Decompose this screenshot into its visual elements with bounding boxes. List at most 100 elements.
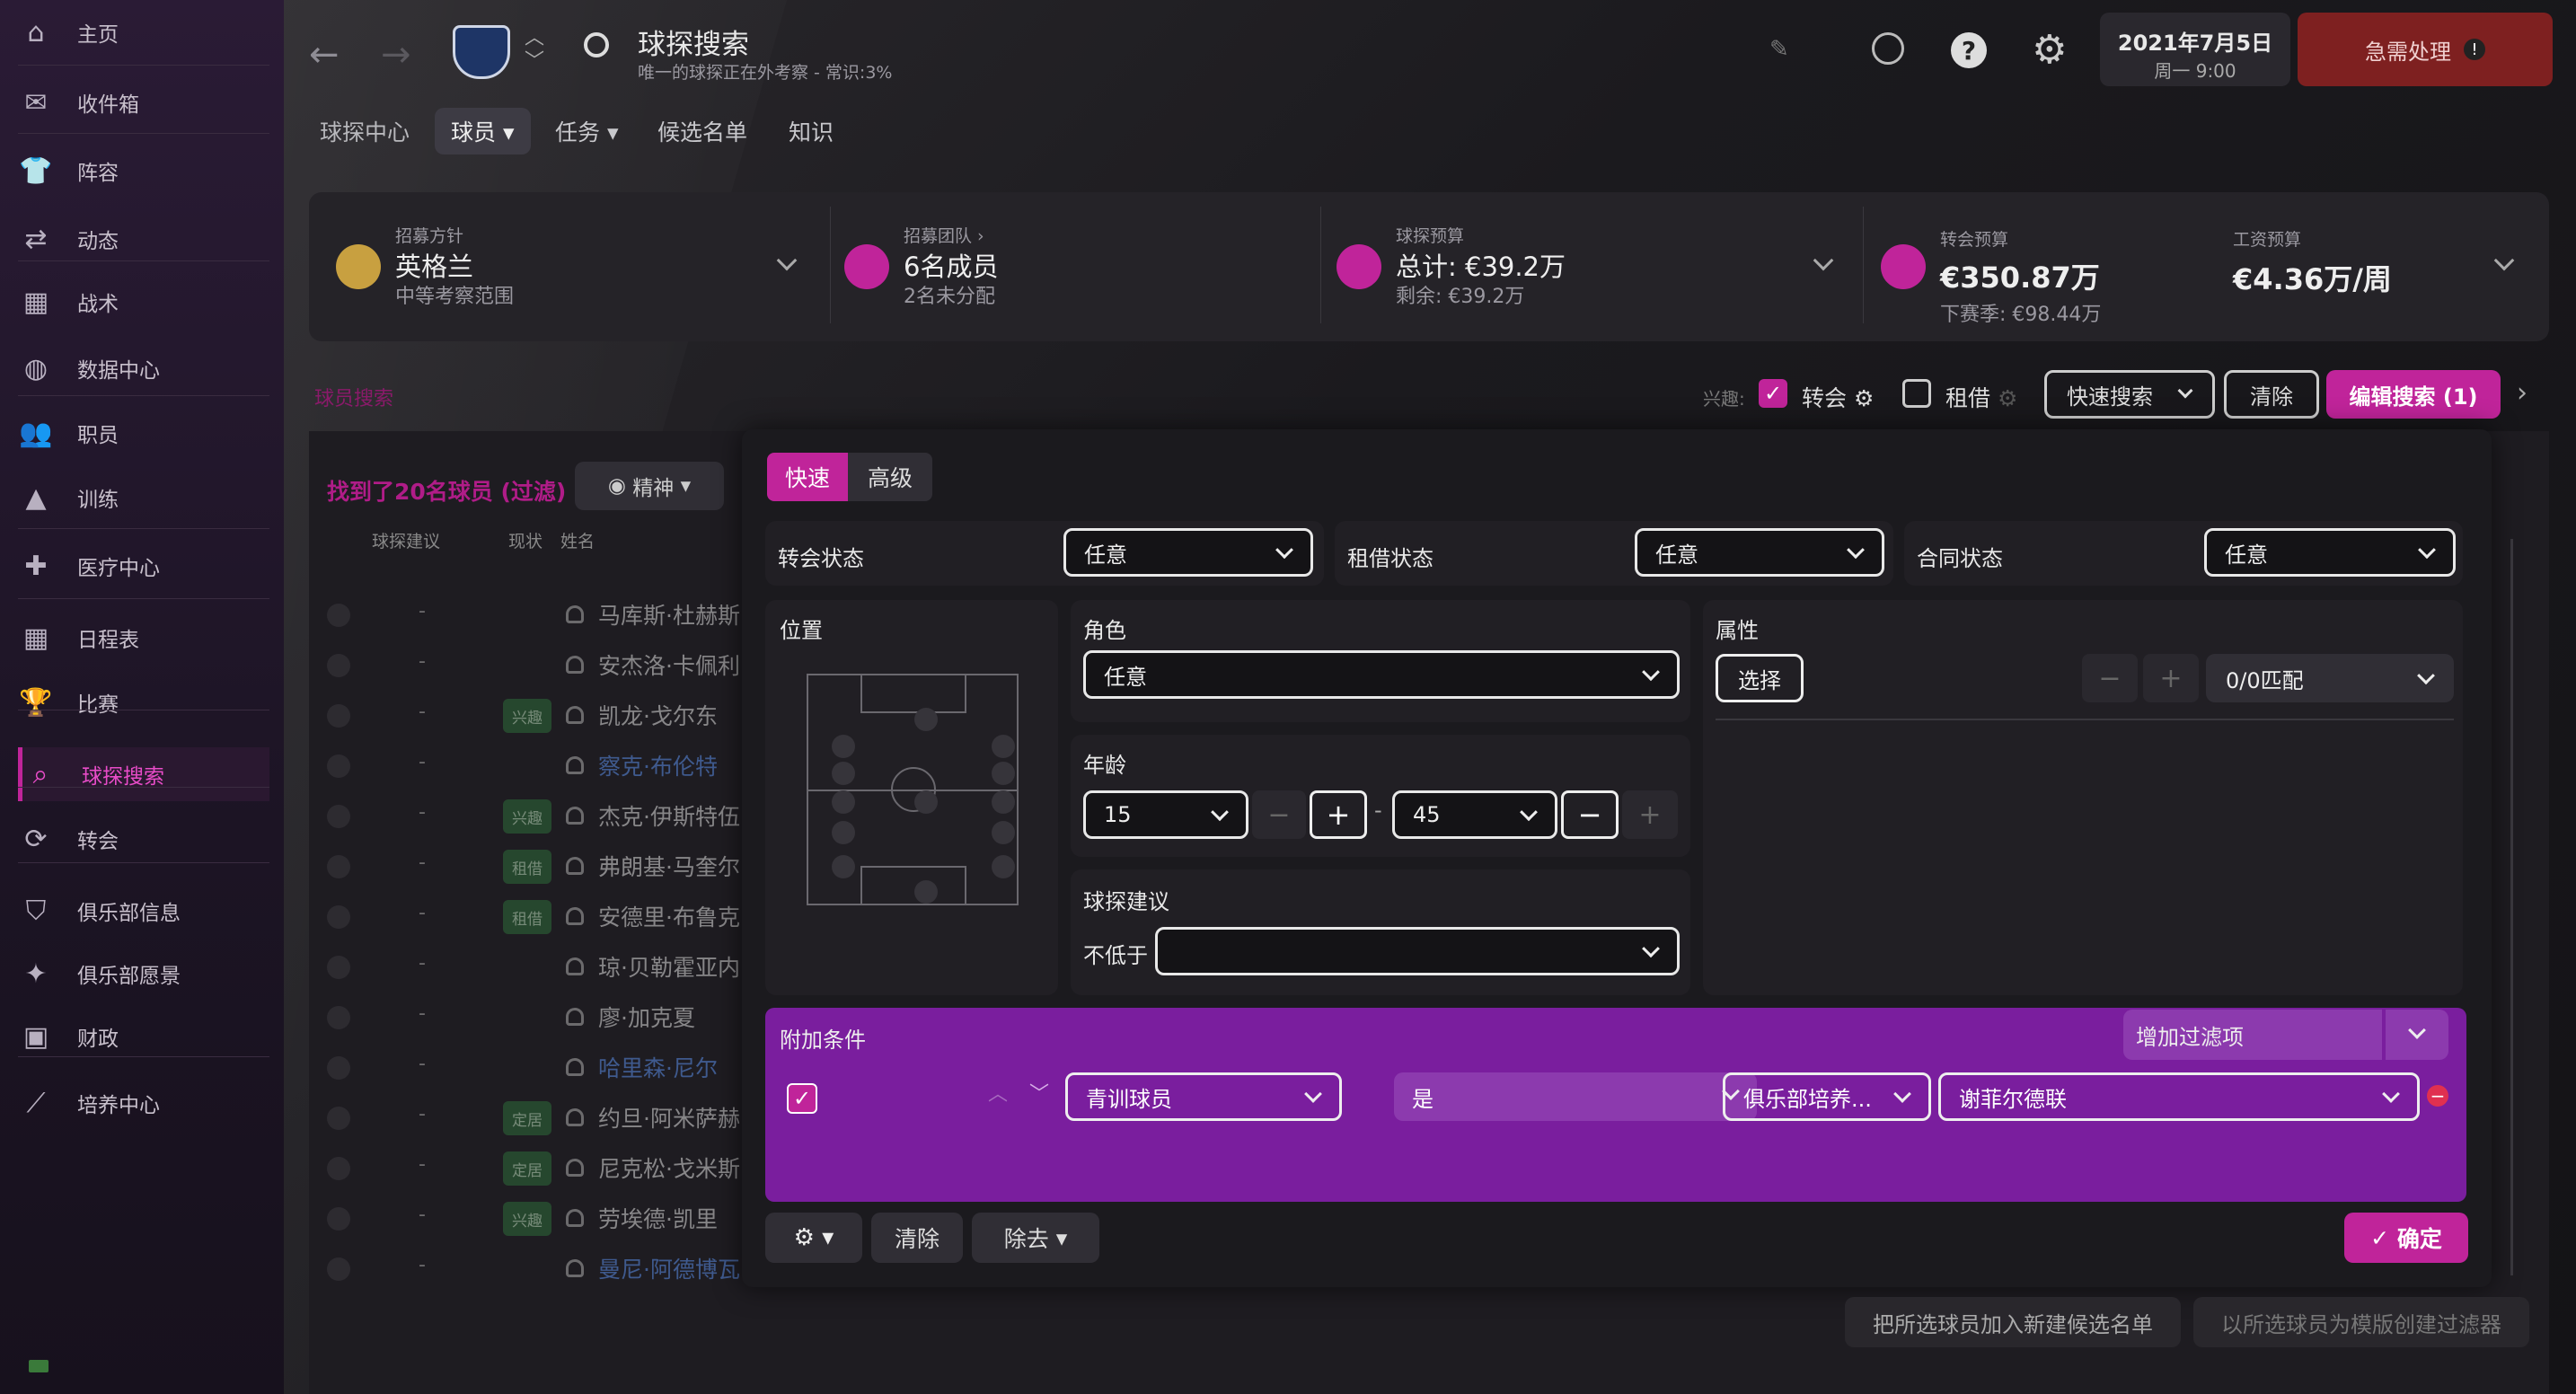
tab-players[interactable]: 球员 ▾ [435, 108, 531, 154]
sidebar-item-5[interactable]: ◍ 数据中心 [18, 341, 269, 395]
add-to-shortlist-button[interactable]: 把所选球员加入新建候选名单 [1845, 1297, 2181, 1347]
col-status[interactable]: 现状 [508, 528, 543, 552]
sidebar-item-10[interactable]: 🏆 比赛 [18, 675, 269, 729]
sidebar-item-1[interactable]: ✉ 收件箱 [18, 75, 269, 129]
sidebar-item-4[interactable]: ▦ 战术 [18, 275, 269, 329]
player-name[interactable]: 琼·贝勒霍亚内 [598, 950, 740, 983]
clear-filter-button[interactable]: 清除 [2224, 370, 2319, 419]
view-dropdown[interactable]: ◉ 精神 ▾ [575, 462, 724, 510]
sidebar-item-14[interactable]: ✦ 俱乐部愿景 [18, 947, 269, 1001]
position-dot[interactable] [992, 762, 1015, 785]
sidebar-item-9[interactable]: ▦ 日程表 [18, 611, 269, 665]
transfer-status-dropdown[interactable]: 任意 [1063, 528, 1313, 577]
condition-field-dropdown[interactable]: 青训球员 [1065, 1072, 1342, 1121]
condition-type-dropdown[interactable]: 俱乐部培养... [1723, 1072, 1931, 1121]
age-max-decrement[interactable]: − [1561, 790, 1619, 839]
loan-checkbox[interactable] [1902, 379, 1931, 408]
sidebar-item-6[interactable]: 👥 职员 [18, 406, 269, 460]
sidebar-item-12[interactable]: ⟳ 转会 [18, 812, 269, 866]
position-dot[interactable] [914, 790, 938, 814]
contract-status-dropdown[interactable]: 任意 [2204, 528, 2456, 577]
forward-arrow-icon[interactable]: → [381, 34, 411, 75]
gear-icon[interactable]: ⚙ [1854, 385, 1874, 411]
player-name[interactable]: 尼克松·戈米斯 [598, 1151, 740, 1184]
move-down-icon[interactable]: ﹀ [1029, 1078, 1049, 1107]
player-name[interactable]: 曼尼·阿德博瓦 [598, 1252, 740, 1284]
sidebar-item-7[interactable]: ▲ 训练 [18, 471, 269, 525]
team-label[interactable]: 招募团队 › [904, 223, 984, 247]
col-advice[interactable]: 球探建议 [372, 528, 440, 552]
settings-gear-icon[interactable]: ⚙ [2032, 27, 2067, 73]
sidebar-item-8[interactable]: ✚ 医疗中心 [18, 539, 269, 593]
player-name[interactable]: 马库斯·杜赫斯 [598, 598, 740, 631]
position-dot[interactable] [992, 855, 1015, 878]
loan-status-dropdown[interactable]: 任意 [1635, 528, 1884, 577]
globe-icon[interactable] [1872, 32, 1904, 65]
position-dot[interactable] [914, 708, 938, 731]
condition-club-dropdown[interactable]: 谢菲尔德联 [1938, 1072, 2420, 1121]
panel-remove-button[interactable]: 除去 ▾ [972, 1213, 1099, 1263]
player-name[interactable]: 安德里·布鲁克 [598, 900, 740, 932]
col-name[interactable]: 姓名 [560, 528, 595, 552]
club-switch-icon[interactable]: ︿ ﹀ [525, 27, 544, 74]
age-min-decrement[interactable]: − [1252, 790, 1306, 839]
edit-search-button[interactable]: 编辑搜索 (1) [2326, 370, 2501, 419]
transfer-checkbox[interactable]: ✓ [1759, 379, 1787, 408]
tab-scouting-center[interactable]: 球探中心 [320, 115, 410, 147]
sidebar-item-0[interactable]: ⌂ 主页 [18, 5, 269, 59]
panel-settings-button[interactable]: ⚙ ▾ [765, 1213, 862, 1263]
player-name[interactable]: 约旦·阿米萨赫 [598, 1101, 740, 1134]
position-dot[interactable] [832, 855, 855, 878]
match-decrement[interactable]: − [2082, 654, 2138, 702]
scout-advice-dropdown[interactable] [1155, 927, 1680, 975]
player-name[interactable]: 廖·加克夏 [598, 1001, 695, 1033]
position-dot[interactable] [832, 821, 855, 844]
sidebar-item-2[interactable]: 👕 阵容 [18, 144, 269, 198]
player-name[interactable]: 杰克·伊斯特伍 [598, 799, 740, 832]
role-dropdown[interactable]: 任意 [1083, 650, 1680, 699]
condition-operator-dropdown[interactable]: 是 [1394, 1072, 1757, 1121]
attributes-select-button[interactable]: 选择 [1716, 654, 1804, 702]
tab-shortlist[interactable]: 候选名单 [657, 115, 747, 147]
player-name[interactable]: 弗朗基·马奎尔 [598, 850, 740, 882]
move-up-icon[interactable]: ︿ [988, 1078, 1008, 1107]
age-max-increment[interactable]: + [1622, 790, 1678, 839]
add-filter-button[interactable]: 增加过滤项 [2123, 1010, 2382, 1060]
chevron-right-icon[interactable]: › [2517, 377, 2527, 409]
player-name[interactable]: 察克·布伦特 [598, 749, 718, 781]
match-dropdown[interactable]: 0/0匹配 [2206, 654, 2454, 702]
back-arrow-icon[interactable]: ← [309, 34, 340, 75]
player-name[interactable]: 安杰洛·卡佩利 [598, 648, 740, 681]
help-icon[interactable]: ? [1951, 32, 1987, 68]
tab-knowledge[interactable]: 知识 [789, 115, 834, 147]
match-increment[interactable]: + [2143, 654, 2199, 702]
age-min-increment[interactable]: + [1310, 790, 1367, 839]
player-name[interactable]: 哈里森·尼尔 [598, 1051, 718, 1083]
sidebar-item-13[interactable]: ⛉ 俱乐部信息 [18, 884, 269, 938]
panel-clear-button[interactable]: 清除 [871, 1213, 963, 1263]
sidebar-item-11[interactable]: ⌕ 球探搜索 [18, 747, 269, 801]
position-dot[interactable] [832, 790, 855, 814]
urgent-button[interactable]: 急需处理 ! [2298, 13, 2553, 86]
club-crest-icon[interactable] [453, 25, 510, 79]
position-dot[interactable] [992, 821, 1015, 844]
date-display[interactable]: 2021年7月5日 周一 9:00 [2100, 13, 2290, 86]
position-dot[interactable] [992, 790, 1015, 814]
player-name[interactable]: 凯龙·戈尔东 [598, 699, 718, 731]
player-name[interactable]: 劳埃德·凯里 [598, 1202, 718, 1234]
age-max-dropdown[interactable]: 45 [1392, 790, 1557, 839]
remove-condition-icon[interactable]: − [2427, 1085, 2448, 1107]
position-dot[interactable] [832, 762, 855, 785]
tab-tasks[interactable]: 任务 ▾ [555, 115, 619, 147]
sidebar-item-15[interactable]: ▣ 财政 [18, 1010, 269, 1063]
confirm-button[interactable]: ✓ 确定 [2344, 1213, 2468, 1263]
condition-checkbox[interactable]: ✓ [787, 1083, 817, 1114]
add-filter-dropdown[interactable] [2386, 1010, 2448, 1060]
tab-advanced[interactable]: 高级 [848, 453, 932, 501]
recruit-focus-value[interactable]: 英格兰 [395, 246, 473, 284]
create-filter-button[interactable]: 以所选球员为模版创建过滤器 [2193, 1297, 2529, 1347]
tab-quick[interactable]: 快速 [767, 453, 848, 501]
edit-icon[interactable]: ✎ [1769, 36, 1789, 63]
gear-icon[interactable]: ⚙ [1998, 385, 2017, 411]
quick-search-dropdown[interactable]: 快速搜索 [2044, 370, 2215, 419]
